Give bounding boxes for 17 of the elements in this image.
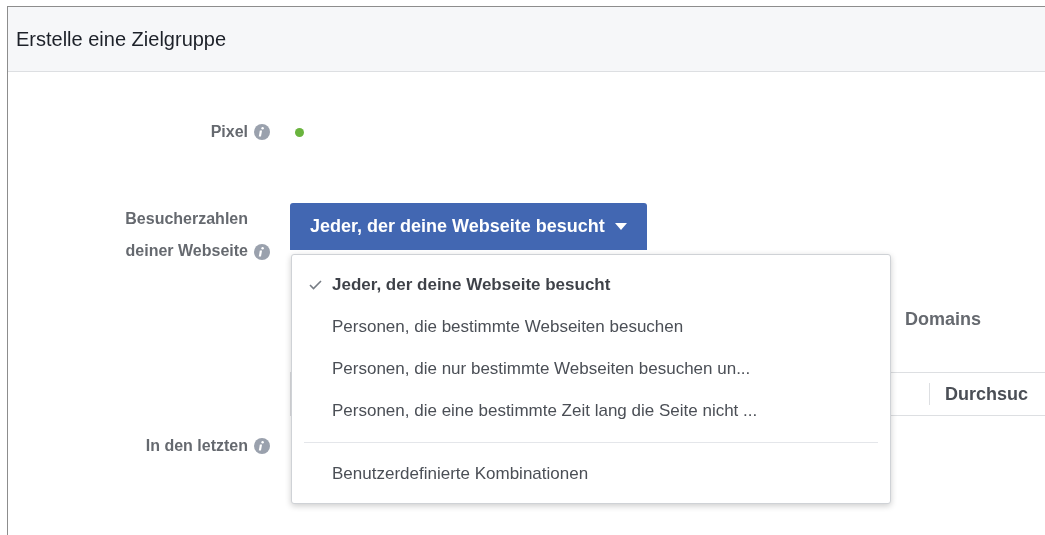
menu-option[interactable]: Jeder, der deine Webseite besucht (292, 264, 890, 306)
check-icon (308, 280, 322, 290)
field-label: Besucherzahlen deiner Webseite (124, 209, 248, 261)
caret-icon (614, 223, 627, 230)
menu-option[interactable]: Benutzerdefinierte Kombinationen (292, 453, 890, 495)
info-icon[interactable] (254, 124, 270, 140)
audience-dropdown[interactable]: Jeder, der deine Webseite besucht (290, 203, 647, 250)
info-icon[interactable] (254, 244, 270, 260)
menu-option[interactable]: Personen, die bestimmte Webseiten besuchen (292, 306, 890, 348)
field-label: Pixel (210, 123, 248, 141)
field-label: In den letzten (145, 437, 248, 455)
info-icon[interactable] (254, 438, 270, 454)
browse-button[interactable]: Durchsuc (945, 383, 1029, 405)
domains-text: Domains (905, 308, 982, 330)
menu-option[interactable]: Personen, die eine bestimmte Zeit lang die Seite nicht ... (292, 390, 890, 432)
dialog-title: Erstelle eine Zielgruppe (16, 27, 227, 51)
menu-option[interactable]: Personen, die nur bestimmte Webseiten besuchen un... (292, 348, 890, 390)
